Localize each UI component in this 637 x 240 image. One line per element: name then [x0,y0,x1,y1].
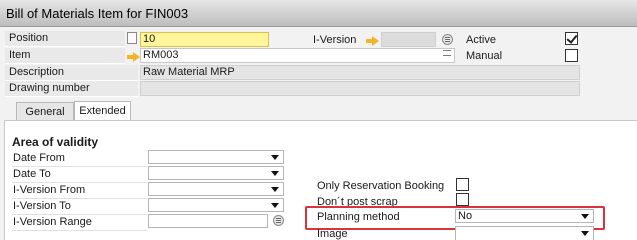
window-title: Bill of Materials Item for FIN003 [6,6,189,21]
iversion-link-arrow-icon[interactable] [366,36,379,46]
divider [12,198,147,199]
divider [12,214,147,215]
drawing-number-label: Drawing number [5,81,138,97]
divider [12,166,147,167]
divider [12,182,147,183]
item-input[interactable]: RM003 [140,48,455,63]
iversion-label: I-Version [313,34,357,46]
image-dropdown[interactable] [455,226,594,240]
iversion-choose-icon[interactable] [442,34,453,45]
planning-method-label: Planning method [317,211,400,223]
iversion-to-dropdown[interactable] [148,198,284,212]
iversion-range-label: I-Version Range [13,216,92,228]
description-input[interactable]: Raw Material MRP [140,65,580,80]
dont-post-scrap-checkbox[interactable] [456,193,469,206]
only-reservation-label: Only Reservation Booking [317,180,445,192]
iversion-range-input[interactable] [148,214,268,228]
date-from-label: Date From [13,152,65,164]
date-to-dropdown[interactable] [148,166,284,180]
active-label: Active [466,34,496,46]
position-input[interactable]: 10 [140,32,269,47]
iversion-from-dropdown[interactable] [148,182,284,196]
only-reservation-checkbox[interactable] [456,178,469,191]
chevron-down-icon [271,171,279,176]
image-label: Image [317,228,348,240]
chevron-down-icon [581,214,589,219]
iversion-to-label: I-Version To [13,200,71,212]
date-from-dropdown[interactable] [148,150,284,164]
document-icon [127,32,137,44]
planning-method-value: No [458,210,473,222]
chevron-down-icon [271,155,279,160]
link-arrow-icon[interactable] [127,52,140,62]
chevron-down-icon [581,231,589,236]
position-label: Position [5,31,125,47]
drawing-number-input[interactable] [140,81,580,96]
date-to-label: Date To [13,168,51,180]
manual-label: Manual [466,50,503,62]
planning-method-dropdown[interactable]: No [455,209,594,223]
iversion-input[interactable] [381,32,436,47]
list-icon[interactable] [443,50,451,56]
divider [12,230,147,231]
description-label: Description [5,65,138,81]
iversion-range-choose-icon[interactable] [273,215,284,226]
manual-checkbox[interactable] [565,49,578,62]
chevron-down-icon [271,187,279,192]
tab-general[interactable]: General [16,102,74,122]
iversion-from-label: I-Version From [13,184,86,196]
title-bar: Bill of Materials Item for FIN003 [0,0,637,27]
item-label: Item [5,48,125,64]
chevron-down-icon [271,203,279,208]
section-title: Area of validity [12,135,99,149]
active-checkbox[interactable] [565,32,578,45]
